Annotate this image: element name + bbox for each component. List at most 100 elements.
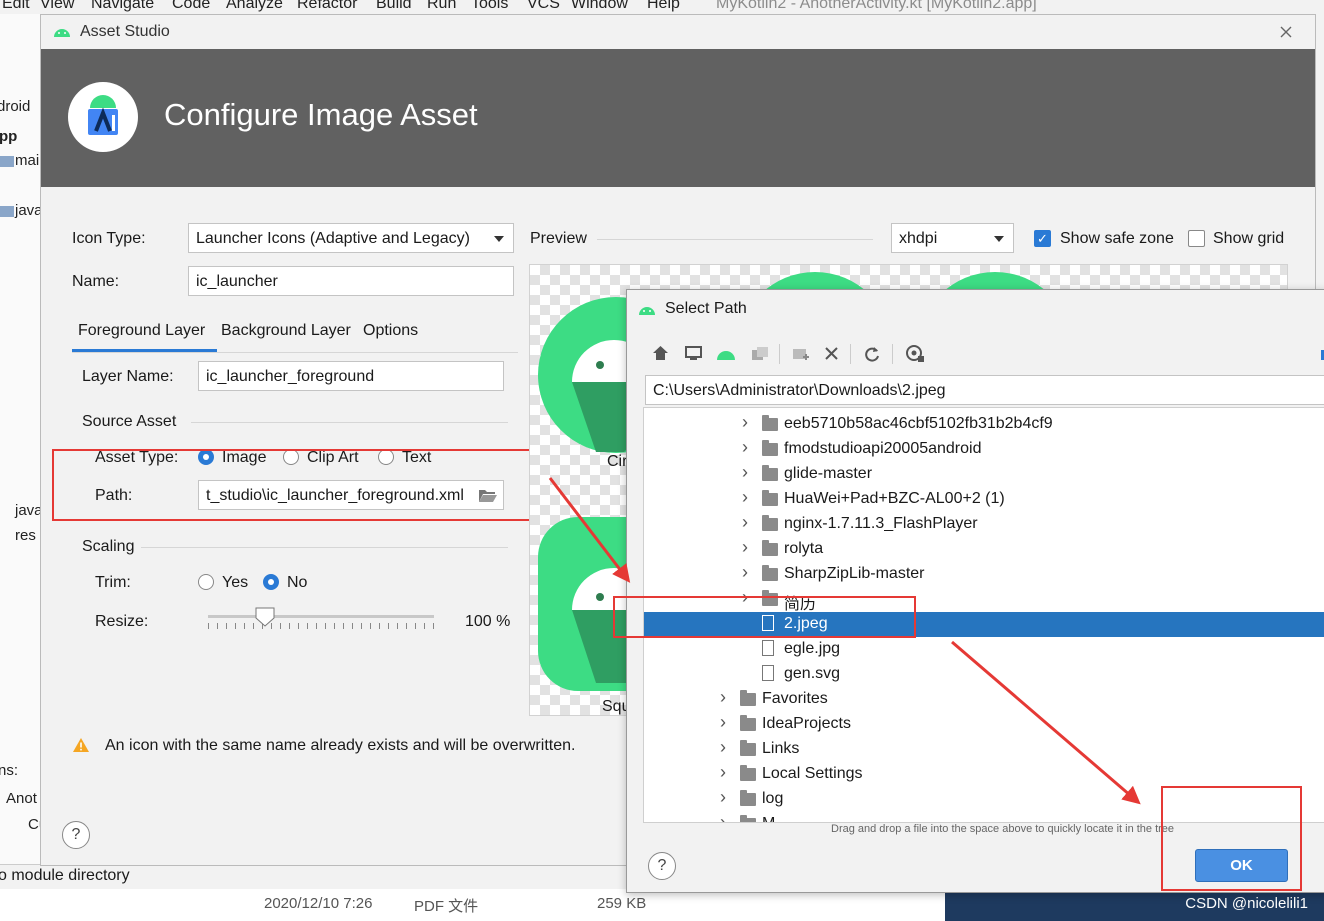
status-text: o module directory bbox=[0, 867, 130, 884]
tab-foreground-layer[interactable]: Foreground Layer bbox=[78, 322, 205, 340]
menu-tools[interactable]: Tools bbox=[471, 0, 508, 13]
ide-project-panel: droid pp mai java java res ns: Anot Cu bbox=[0, 14, 41, 864]
folder-icon bbox=[740, 690, 756, 706]
chevron-right-icon[interactable]: › bbox=[742, 537, 748, 558]
menu-code[interactable]: Code bbox=[172, 0, 210, 13]
home-icon[interactable] bbox=[652, 345, 669, 361]
chevron-right-icon[interactable]: › bbox=[742, 512, 748, 533]
show-grid-label[interactable]: Show grid bbox=[1213, 230, 1284, 248]
show-hidden-icon[interactable] bbox=[906, 345, 925, 363]
help-button[interactable]: ? bbox=[62, 821, 90, 849]
chevron-right-icon[interactable]: › bbox=[720, 687, 726, 708]
trim-label: Trim: bbox=[95, 574, 131, 591]
resize-label: Resize: bbox=[95, 613, 149, 630]
android-studio-logo-icon bbox=[68, 82, 138, 152]
tree-item-name: gen.svg bbox=[784, 665, 841, 682]
trim-yes-label[interactable]: Yes bbox=[222, 574, 248, 592]
menu-help[interactable]: Help bbox=[647, 0, 680, 13]
tree-row[interactable]: › SharpZipLib-master bbox=[644, 562, 1324, 587]
file-size: 259 KB bbox=[597, 895, 647, 912]
resize-value: 100 % bbox=[465, 613, 511, 630]
folder-icon bbox=[0, 206, 14, 217]
tree-row[interactable]: › IdeaProjects bbox=[644, 712, 1324, 737]
trim-no-label[interactable]: No bbox=[287, 574, 307, 592]
tree-row[interactable]: › eeb5710b58ac46cbf5102fb31b2b4cf9 bbox=[644, 412, 1324, 437]
resize-slider[interactable] bbox=[208, 607, 434, 630]
chevron-right-icon[interactable]: › bbox=[742, 437, 748, 458]
watermark: CSDN @nicolelili1 bbox=[945, 889, 1324, 921]
menu-build[interactable]: Build bbox=[376, 0, 412, 13]
tree-row[interactable]: › HuaWei+Pad+BZC-AL00+2 (1) bbox=[644, 487, 1324, 512]
menu-navigate[interactable]: Navigate bbox=[91, 0, 154, 13]
android-icon bbox=[639, 307, 655, 315]
trim-no-radio[interactable] bbox=[263, 574, 279, 590]
delete-icon[interactable] bbox=[825, 347, 838, 360]
android-project-icon[interactable] bbox=[716, 347, 736, 360]
chevron-right-icon[interactable]: › bbox=[720, 812, 726, 822]
tab-background-layer[interactable]: Background Layer bbox=[221, 322, 351, 340]
tree-row[interactable]: › nginx-1.7.11.3_FlashPlayer bbox=[644, 512, 1324, 537]
show-safe-zone-label[interactable]: Show safe zone bbox=[1060, 230, 1174, 248]
chevron-right-icon[interactable]: › bbox=[742, 412, 748, 433]
close-icon[interactable] bbox=[1280, 26, 1292, 38]
folder-icon bbox=[0, 156, 14, 167]
folder-icon bbox=[762, 515, 778, 531]
path-text-field[interactable]: C:\Users\Administrator\Downloads\2.jpeg bbox=[645, 375, 1324, 405]
chevron-right-icon[interactable]: › bbox=[720, 762, 726, 783]
tree-row[interactable]: › Favorites bbox=[644, 687, 1324, 712]
help-button[interactable]: ? bbox=[648, 852, 676, 880]
tree-row[interactable]: gen.svg bbox=[644, 662, 1324, 687]
chevron-right-icon[interactable]: › bbox=[742, 462, 748, 483]
ide-panel-text: ns: bbox=[0, 762, 19, 779]
tree-row[interactable]: egle.jpg bbox=[644, 637, 1324, 662]
tree-item-name: nginx-1.7.11.3_FlashPlayer bbox=[784, 515, 978, 532]
menu-vcs[interactable]: VCS bbox=[527, 0, 560, 13]
chevron-right-icon[interactable]: › bbox=[742, 562, 748, 583]
overwrite-warning: An icon with the same name already exist… bbox=[105, 737, 576, 754]
folder-icon bbox=[740, 790, 756, 806]
menu-edit[interactable]: Edit bbox=[2, 0, 30, 13]
tree-item-name: fmodstudioapi20005android bbox=[784, 440, 982, 457]
tree-row[interactable]: › fmodstudioapi20005android bbox=[644, 437, 1324, 462]
chevron-right-icon[interactable]: › bbox=[720, 712, 726, 733]
density-select[interactable]: xhdpi bbox=[891, 223, 1014, 253]
layer-name-input[interactable]: ic_launcher_foreground bbox=[198, 361, 504, 391]
menu-analyze[interactable]: Analyze bbox=[226, 0, 283, 13]
ide-panel-text: droid bbox=[0, 98, 31, 115]
name-input[interactable]: ic_launcher bbox=[188, 266, 514, 296]
ide-panel-text: pp bbox=[0, 128, 18, 145]
module-icon[interactable] bbox=[751, 346, 769, 361]
tree-row[interactable]: › Local Settings bbox=[644, 762, 1324, 787]
slider-thumb[interactable] bbox=[255, 607, 275, 627]
show-grid-checkbox[interactable] bbox=[1188, 230, 1205, 247]
tab-options[interactable]: Options bbox=[363, 322, 418, 340]
menu-run[interactable]: Run bbox=[427, 0, 456, 13]
warning-icon bbox=[73, 738, 89, 752]
menu-view[interactable]: View bbox=[40, 0, 74, 13]
tree-row[interactable]: › glide-master bbox=[644, 462, 1324, 487]
ide-panel-text: mai bbox=[15, 152, 40, 169]
tree-item-name: Local Settings bbox=[762, 765, 863, 782]
tree-row[interactable]: › rolyta bbox=[644, 537, 1324, 562]
tree-row[interactable]: › Links bbox=[644, 737, 1324, 762]
tree-item-name: SharpZipLib-master bbox=[784, 565, 925, 582]
menu-refactor[interactable]: Refactor bbox=[297, 0, 357, 13]
folder-icon bbox=[762, 415, 778, 431]
chevron-right-icon[interactable]: › bbox=[742, 487, 748, 508]
ide-panel-text: Anot bbox=[6, 790, 37, 807]
folder-icon bbox=[740, 740, 756, 756]
show-safe-zone-checkbox[interactable]: ✓ bbox=[1034, 230, 1051, 247]
scaling-heading: Scaling bbox=[82, 538, 135, 555]
dialog-title: Asset Studio bbox=[80, 23, 170, 40]
chevron-right-icon[interactable]: › bbox=[720, 737, 726, 758]
icon-type-select[interactable]: Launcher Icons (Adaptive and Legacy) bbox=[188, 223, 514, 253]
tree-item-name: HuaWei+Pad+BZC-AL00+2 (1) bbox=[784, 490, 1005, 507]
chevron-right-icon[interactable]: › bbox=[720, 787, 726, 808]
refresh-icon[interactable] bbox=[864, 346, 880, 362]
new-folder-icon[interactable] bbox=[792, 346, 810, 361]
trim-yes-radio[interactable] bbox=[198, 574, 214, 590]
layer-tabs: Foreground Layer Background Layer Option… bbox=[72, 321, 518, 353]
menu-window[interactable]: Window bbox=[571, 0, 628, 13]
desktop-icon[interactable] bbox=[685, 346, 702, 360]
ide-panel-text: res bbox=[15, 527, 36, 544]
